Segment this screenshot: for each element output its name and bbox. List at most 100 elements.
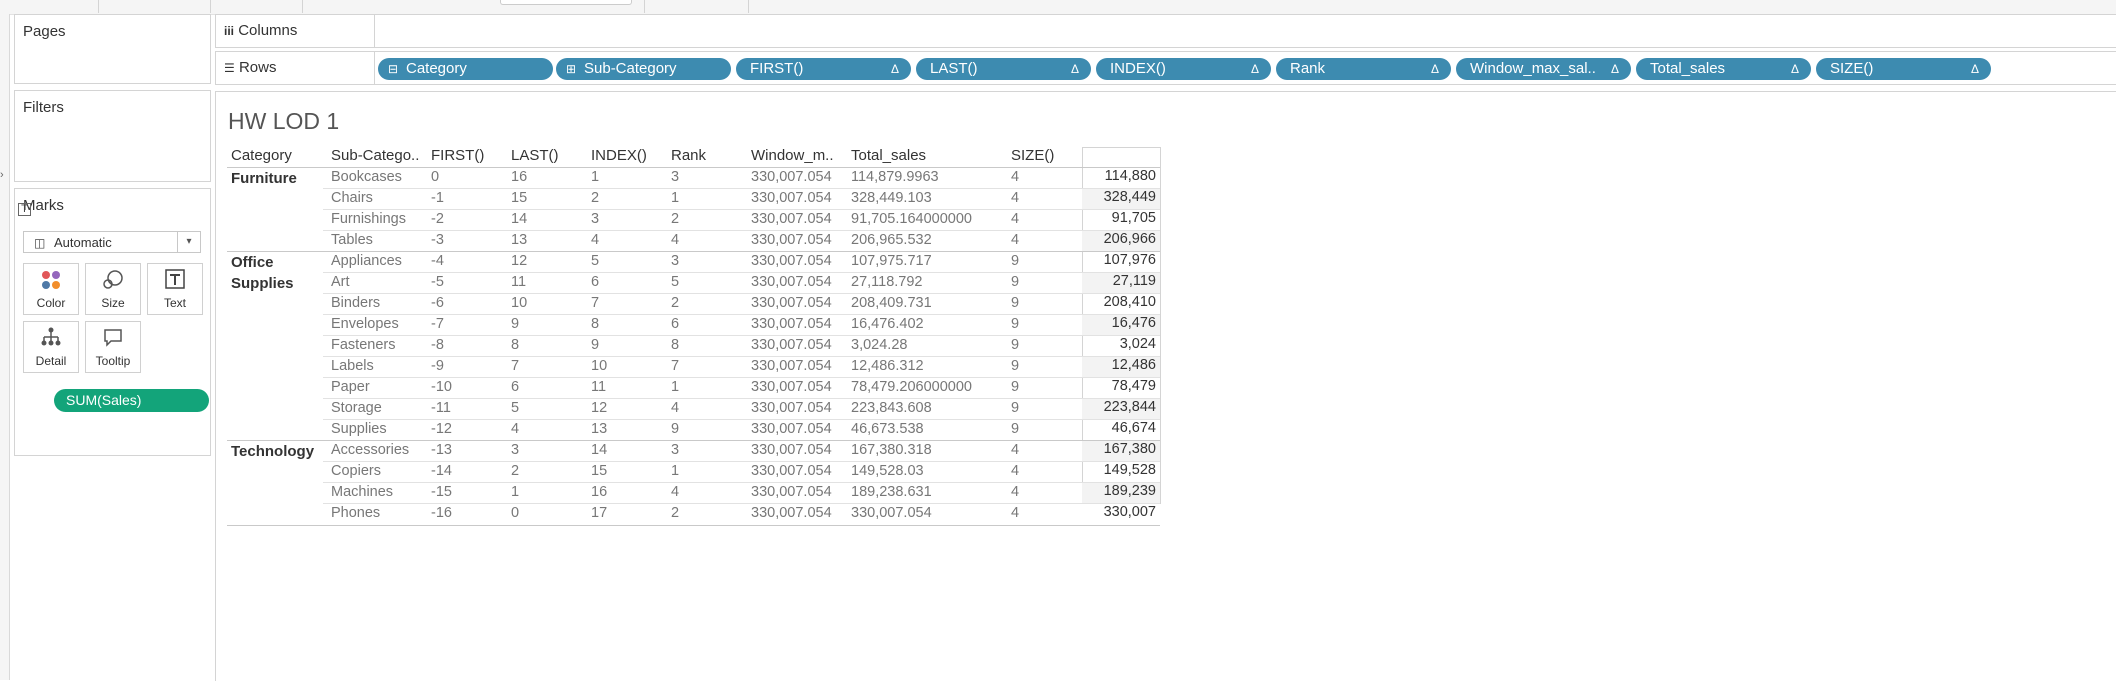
sum-sales-value[interactable]: 3,024 xyxy=(1082,336,1160,357)
sum-sales-value[interactable]: 16,476 xyxy=(1082,315,1160,336)
table-cell: 16,476.402 xyxy=(851,316,924,332)
sum-sales-value[interactable]: 206,966 xyxy=(1082,231,1160,252)
sum-sales-value[interactable]: 223,844 xyxy=(1082,399,1160,420)
columns-shelf[interactable]: iii Columns xyxy=(215,14,2116,48)
color-button[interactable]: Color xyxy=(23,263,79,315)
table-cell: 167,380.318 xyxy=(851,442,932,458)
table-cell: 9 xyxy=(1011,253,1020,269)
sum-sales-value[interactable]: 91,705 xyxy=(1082,210,1160,231)
table-cell: -10 xyxy=(431,379,452,395)
column-header[interactable]: Sub-Catego.. xyxy=(331,147,419,164)
detail-button[interactable]: Detail xyxy=(23,321,79,373)
shelf-divider xyxy=(374,15,375,47)
column-header[interactable]: SIZE() xyxy=(1011,147,1054,164)
row-pill[interactable]: INDEX() Δ xyxy=(1096,58,1271,80)
column-header[interactable]: Window_m.. xyxy=(751,147,834,164)
row-pill[interactable]: SIZE() Δ xyxy=(1816,58,1991,80)
row-pill[interactable]: ⊟ Category xyxy=(378,58,553,80)
table-cell: Chairs xyxy=(331,190,373,206)
table-cell: -5 xyxy=(431,274,444,290)
sum-sales-value[interactable]: 330,007 xyxy=(1082,504,1160,525)
table-row[interactable]: Appliances -4 12 5 3 330,007.054 107,975.717 9 1… xyxy=(227,252,1160,273)
table-row[interactable]: Accessories -13 3 14 3 330,007.054 167,380.318… xyxy=(227,441,1160,462)
table-row[interactable]: Supplies -12 4 13 9 330,007.054 46,673.538 9 46,… xyxy=(227,420,1160,441)
table-cell: 330,007.054 xyxy=(751,358,832,374)
sum-sales-value[interactable]: 189,239 xyxy=(1082,483,1160,504)
sum-sales-value[interactable]: 149,528 xyxy=(1082,462,1160,483)
sum-sales-pill[interactable]: SUM(Sales) xyxy=(54,389,209,412)
value-column-border xyxy=(1160,147,1161,504)
top-tab[interactable] xyxy=(0,0,99,13)
sum-sales-value[interactable]: 114,880 xyxy=(1082,168,1160,189)
table-cell: 17 xyxy=(591,505,608,521)
table-cell: 14 xyxy=(511,211,528,227)
top-tab[interactable] xyxy=(210,0,303,13)
row-pill[interactable]: Total_sales Δ xyxy=(1636,58,1811,80)
pill-expand-icon[interactable]: ⊟ xyxy=(388,58,398,80)
row-pill-label: SIZE() xyxy=(1830,60,1874,77)
row-pill[interactable]: FIRST() Δ xyxy=(736,58,911,80)
table-row[interactable]: Storage -11 5 12 4 330,007.054 223,843.608 9 223… xyxy=(227,399,1160,420)
worksheet-title: HW LOD 1 xyxy=(228,108,340,134)
table-cell: 16 xyxy=(511,169,528,185)
sum-sales-value[interactable]: 208,410 xyxy=(1082,294,1160,315)
rows-shelf[interactable]: ☰ Rows ⊟ Category ⊞ Sub-Category FIRST() Δ LAS… xyxy=(215,51,2116,85)
table-row[interactable]: Labels -9 7 10 7 330,007.054 12,486.312 9 12,486 xyxy=(227,357,1160,378)
text-button[interactable]: Text xyxy=(147,263,203,315)
column-header[interactable]: Total_sales xyxy=(851,147,926,164)
table-cell: Paper xyxy=(331,379,370,395)
table-row[interactable]: Machines -15 1 16 4 330,007.054 189,238.631 4 18… xyxy=(227,483,1160,504)
row-pill[interactable]: LAST() Δ xyxy=(916,58,1091,80)
column-header[interactable]: FIRST() xyxy=(431,147,484,164)
table-cell: 14 xyxy=(591,442,608,458)
table-cell: 0 xyxy=(431,169,440,185)
table-cell: 107,975.717 xyxy=(851,253,932,269)
table-row[interactable]: Furnishings -2 14 3 2 330,007.054 91,705.16400… xyxy=(227,210,1160,231)
table-row[interactable]: Binders -6 10 7 2 330,007.054 208,409.731 9 208,… xyxy=(227,294,1160,315)
column-header[interactable]: LAST() xyxy=(511,147,559,164)
sum-sales-value[interactable]: 78,479 xyxy=(1082,378,1160,399)
filters-card[interactable]: Filters xyxy=(14,90,211,182)
collapse-caret-icon[interactable]: › xyxy=(0,169,4,181)
table-row[interactable]: Chairs -1 15 2 1 330,007.054 328,449.103 4 328,4… xyxy=(227,189,1160,210)
table-row[interactable]: Tables -3 13 4 4 330,007.054 206,965.532 4 206,9… xyxy=(227,231,1160,252)
top-tab[interactable] xyxy=(98,0,211,13)
column-header[interactable]: Rank xyxy=(671,147,706,164)
table-cell: 5 xyxy=(671,274,680,290)
table-row[interactable]: Copiers -14 2 15 1 330,007.054 149,528.03 4 149,… xyxy=(227,462,1160,483)
table-cell: 4 xyxy=(1011,232,1020,248)
table-row[interactable]: Bookcases 0 16 1 3 330,007.054 114,879.9963 4 11… xyxy=(227,168,1160,189)
chevron-down-icon[interactable]: ▾ xyxy=(177,232,200,252)
sum-sales-value[interactable]: 27,119 xyxy=(1082,273,1160,294)
sum-sales-value[interactable]: 12,486 xyxy=(1082,357,1160,378)
detail-label: Detail xyxy=(35,354,67,368)
table-cell: 16 xyxy=(591,484,608,500)
table-cell: 9 xyxy=(1011,274,1020,290)
row-pill[interactable]: Window_max_sal.. Δ xyxy=(1456,58,1631,80)
table-cell: 3 xyxy=(671,442,680,458)
row-pill[interactable]: ⊞ Sub-Category xyxy=(556,58,731,80)
size-button[interactable]: Size xyxy=(85,263,141,315)
value-column-border xyxy=(1082,147,1160,148)
sum-sales-value[interactable]: 46,674 xyxy=(1082,420,1160,441)
table-row[interactable]: Phones -16 0 17 2 330,007.054 330,007.054 4 330,… xyxy=(227,504,1160,525)
table-row[interactable]: Paper -10 6 11 1 330,007.054 78,479.206000000 9… xyxy=(227,378,1160,399)
toolbar-control[interactable] xyxy=(500,0,632,5)
pages-card[interactable]: Pages xyxy=(14,14,211,84)
mark-type-dropdown[interactable]: ◫ Automatic ▾ xyxy=(23,231,201,253)
column-header[interactable]: INDEX() xyxy=(591,147,647,164)
table-cell: 46,673.538 xyxy=(851,421,924,437)
table-row[interactable]: Art -5 11 6 5 330,007.054 27,118.792 9 27,119 xyxy=(227,273,1160,294)
table-row[interactable]: Fasteners -8 8 9 8 330,007.054 3,024.28 9 3,024 xyxy=(227,336,1160,357)
column-header[interactable]: Category xyxy=(231,147,292,164)
sum-sales-value[interactable]: 167,380 xyxy=(1082,441,1160,462)
table-row[interactable]: Envelopes -7 9 8 6 330,007.054 16,476.402 9 16,4… xyxy=(227,315,1160,336)
table-cell: 11 xyxy=(591,379,607,395)
top-tab[interactable] xyxy=(644,0,749,13)
sum-sales-value[interactable]: 328,449 xyxy=(1082,189,1160,210)
sum-sales-value[interactable]: 107,976 xyxy=(1082,252,1160,273)
tooltip-button[interactable]: Tooltip xyxy=(85,321,141,373)
row-divider xyxy=(323,482,1160,483)
pill-expand-icon[interactable]: ⊞ xyxy=(566,58,576,80)
row-pill[interactable]: Rank Δ xyxy=(1276,58,1451,80)
